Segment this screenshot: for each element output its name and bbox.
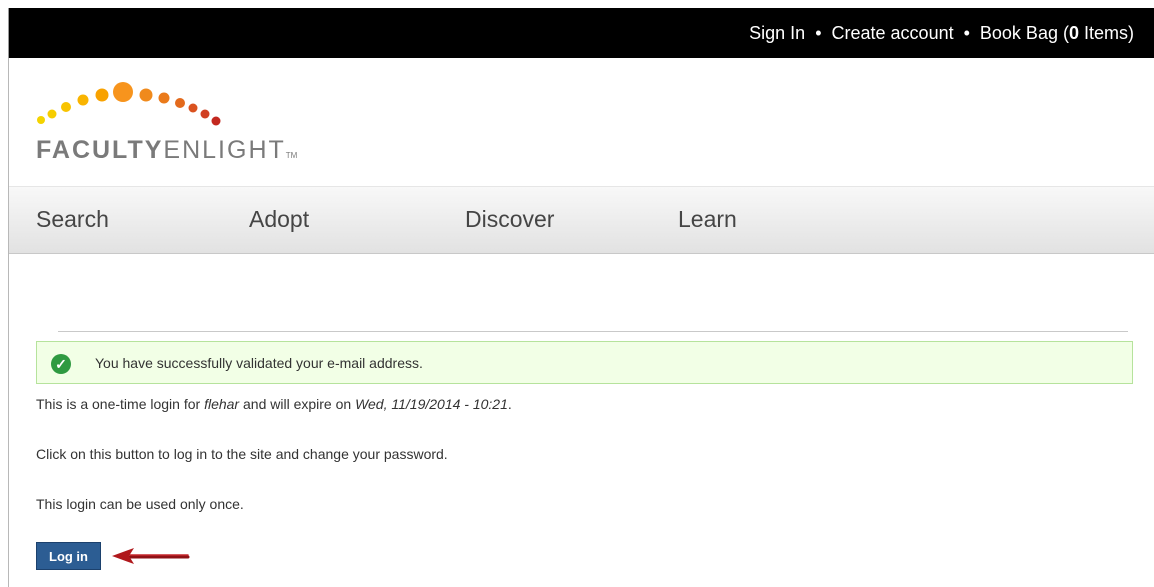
username: flehar xyxy=(204,396,240,412)
nav-item-search[interactable]: Search xyxy=(36,206,109,233)
logo-wordmark: FACULTYENLIGHTTM xyxy=(36,136,298,164)
arrow-left-icon xyxy=(112,548,190,564)
nav-item-adopt[interactable]: Adopt xyxy=(249,206,309,233)
instruction-text: Click on this button to log in to the si… xyxy=(36,446,448,462)
book-bag-count: 0 xyxy=(1068,22,1079,43)
separator-dot: • xyxy=(963,22,970,43)
sign-in-link[interactable]: Sign In xyxy=(749,23,805,44)
log-in-button[interactable]: Log in xyxy=(36,542,101,570)
main-navigation: Search Adopt Discover Learn xyxy=(9,186,1154,254)
site-logo[interactable]: FACULTYENLIGHTTM xyxy=(36,78,326,178)
logo-dots-graphic xyxy=(37,82,221,126)
check-circle-icon: ✓ xyxy=(51,354,71,374)
top-account-bar: Sign In • Create account • Book Bag (0 I… xyxy=(8,8,1154,58)
status-message-text: You have successfully validated your e-m… xyxy=(95,355,423,371)
create-account-link[interactable]: Create account xyxy=(832,23,954,44)
expiry-datetime: Wed, 11/19/2014 - 10:21 xyxy=(355,396,508,412)
separator-dot: • xyxy=(815,22,822,43)
book-bag-label-prefix: Book Bag ( xyxy=(979,22,1069,43)
nav-item-discover[interactable]: Discover xyxy=(465,206,554,233)
nav-item-learn[interactable]: Learn xyxy=(678,206,737,233)
one-time-login-text: This is a one-time login for flehar and … xyxy=(36,396,512,412)
single-use-note: This login can be used only once. xyxy=(36,496,244,512)
content-divider xyxy=(58,331,1128,332)
status-message: ✓ You have successfully validated your e… xyxy=(36,341,1133,384)
book-bag-link[interactable]: Book Bag (0 Items) xyxy=(980,23,1134,44)
book-bag-label-suffix: Items) xyxy=(1078,22,1134,43)
